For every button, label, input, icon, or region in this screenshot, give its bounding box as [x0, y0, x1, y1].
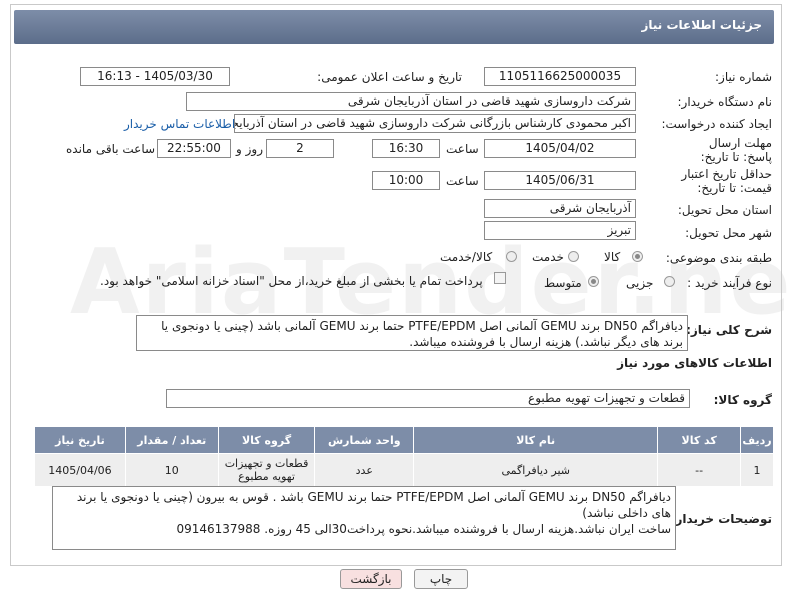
category-radio-goods[interactable] [632, 251, 643, 262]
buyer-notes-label: توضیحات خریدار: [670, 512, 772, 526]
payment-note: پرداخت تمام یا بخشی از مبلغ خرید،از محل … [100, 274, 483, 288]
back-button[interactable]: بازگشت [340, 569, 402, 589]
buyer-notes-line1: دیافراگم DN50 برند GEMU آلمانی اصل PTFE/… [76, 490, 671, 520]
col-name: نام کالا [413, 426, 659, 454]
process-medium-label: متوسط [544, 276, 582, 290]
goods-table-header: ردیف کد کالا نام کالا واحد شمارش گروه کا… [34, 426, 774, 454]
deadline-date-field: 1405/04/02 [484, 139, 636, 158]
col-code: کد کالا [657, 426, 742, 454]
category-goods-service-label: کالا/خدمت [440, 250, 493, 264]
cell-qty: 10 [124, 453, 219, 487]
requester-label: ایجاد کننده درخواست: [661, 117, 772, 131]
days-label: روز و [236, 142, 263, 156]
col-group: گروه کالا [217, 426, 316, 454]
cell-name: شیر دیافراگمی [413, 453, 659, 487]
category-radio-goods-service[interactable] [506, 251, 517, 262]
col-unit: واحد شمارش [314, 426, 415, 454]
cell-date: 1405/04/06 [34, 453, 126, 487]
col-row: ردیف [740, 426, 774, 454]
buyer-notes-field: دیافراگم DN50 برند GEMU آلمانی اصل PTFE/… [52, 486, 676, 550]
treasury-checkbox[interactable] [494, 272, 506, 284]
category-label: طبقه بندی موضوعی: [665, 251, 772, 265]
deadline-time-field: 16:30 [372, 139, 440, 158]
print-button[interactable]: چاپ [414, 569, 468, 589]
col-date: تاریخ نیاز [34, 426, 126, 454]
process-radio-minor[interactable] [664, 276, 675, 287]
process-radio-medium[interactable] [588, 276, 599, 287]
goods-table: ردیف کد کالا نام کالا واحد شمارش گروه کا… [34, 426, 774, 487]
remaining-label: ساعت باقی مانده [66, 142, 156, 156]
deadline-label: مهلت ارسال پاسخ: تا تاریخ: [700, 136, 772, 164]
category-service-label: خدمت [532, 250, 564, 264]
category-goods-label: کالا [604, 250, 621, 264]
buyer-notes-line2: ساخت ایران نباشد.هزینه ارسال با فروشنده … [176, 522, 671, 536]
min-price-label: حداقل تاریخ اعتبار قیمت: تا تاریخ: [681, 167, 772, 195]
province-field: آذربایجان شرقی [484, 199, 636, 218]
page-title: جزئیات اطلاعات نیاز [641, 18, 762, 32]
province-label: استان محل تحویل: [677, 203, 772, 217]
table-row: 1 -- شیر دیافراگمی عدد قطعات و تجهیزات ت… [34, 453, 774, 487]
col-qty: تعداد / مقدار [124, 426, 219, 454]
remaining-time-field: 22:55:00 [157, 139, 231, 158]
buyer-contact-link[interactable]: اطلاعات تماس خریدار [124, 117, 235, 131]
days-field: 2 [266, 139, 334, 158]
requester-field: اکبر محمودی کارشناس بازرگانی شرکت داروسا… [234, 114, 636, 133]
process-minor-label: جزیی [626, 276, 654, 290]
goods-section-title: اطلاعات کالاهای مورد نیاز [617, 356, 772, 370]
summary-field: دیافراگم DN50 برند GEMU آلمانی اصل PTFE/… [136, 315, 688, 351]
announce-label: تاریخ و ساعت اعلان عمومی: [317, 70, 462, 84]
goods-group-label: گروه کالا: [713, 393, 772, 407]
min-price-date-field: 1405/06/31 [484, 171, 636, 190]
buyer-org-label: نام دستگاه خریدار: [677, 95, 773, 109]
page-header: جزئیات اطلاعات نیاز [14, 10, 774, 44]
buyer-org-field: شرکت داروسازی شهید قاضی در استان آذربایج… [186, 92, 636, 111]
summary-label: شرح کلی نیاز: [686, 323, 772, 337]
announce-field: 1405/03/30 - 16:13 [80, 67, 230, 86]
need-number-label: شماره نیاز: [715, 70, 772, 84]
deadline-time-label: ساعت [446, 142, 479, 156]
min-price-time-label: ساعت [446, 174, 479, 188]
cell-unit: عدد [314, 453, 415, 487]
city-label: شهر محل تحویل: [685, 226, 772, 240]
cell-code: -- [657, 453, 742, 487]
need-number-field: 1105116625000035 [484, 67, 636, 86]
city-field: تبریز [484, 221, 636, 240]
goods-group-field: قطعات و تجهیزات تهویه مطبوع [166, 389, 690, 408]
min-price-time-field: 10:00 [372, 171, 440, 190]
cell-row: 1 [740, 453, 774, 487]
process-label: نوع فرآیند خرید : [687, 276, 772, 290]
category-radio-service[interactable] [568, 251, 579, 262]
cell-group: قطعات و تجهیزات تهویه مطبوع [217, 453, 316, 487]
